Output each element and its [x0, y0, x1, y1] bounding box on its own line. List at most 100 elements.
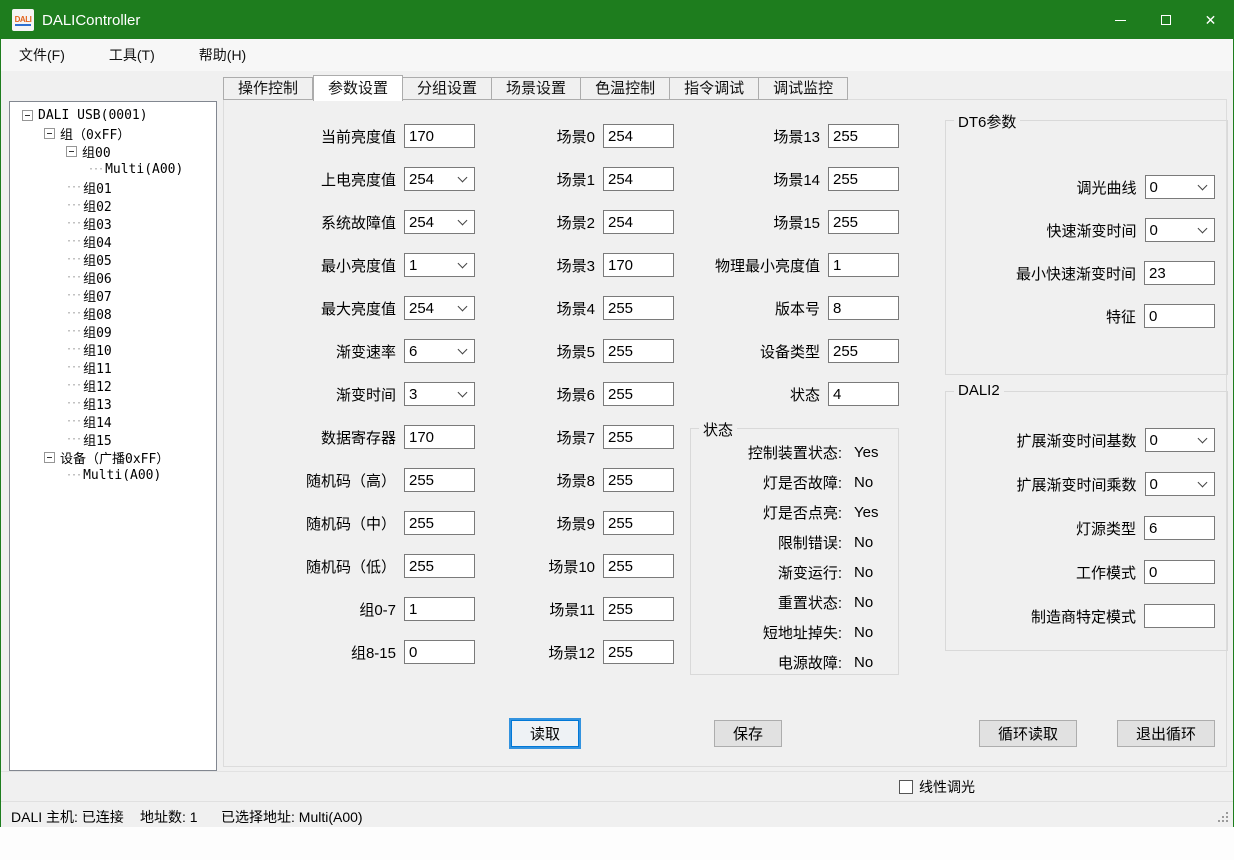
field-row-group-8-15: 组8-15 [242, 640, 475, 664]
menu-item-0[interactable]: 文件(F) [15, 42, 69, 68]
loop-read-button[interactable]: 循环读取 [979, 720, 1077, 747]
tree-item[interactable]: ···组05 [10, 250, 216, 268]
checkbox-band: 线性调光 [1, 771, 1233, 801]
input-scene-1[interactable] [603, 167, 674, 191]
tree-item[interactable]: ···组11 [10, 358, 216, 376]
input-operating-mode[interactable] [1144, 560, 1215, 584]
tab-0[interactable]: 操作控制 [223, 77, 313, 100]
tab-3[interactable]: 场景设置 [492, 77, 581, 100]
input-scene-6[interactable] [603, 382, 674, 406]
input-scene-3[interactable] [603, 253, 674, 277]
tree-connector-icon: ··· [66, 326, 81, 337]
field-row-power-on-level: 上电亮度值254 [242, 167, 475, 191]
statusbar-address-count: 地址数: 1 [140, 807, 198, 827]
tree-item[interactable]: 设备（广播0xFF） [10, 448, 216, 466]
input-scene-2[interactable] [603, 210, 674, 234]
tree-item[interactable]: ···Multi(A00) [10, 466, 216, 484]
combo-min-level[interactable]: 1 [404, 253, 475, 277]
exit-loop-button[interactable]: 退出循环 [1117, 720, 1215, 747]
tab-5[interactable]: 指令调试 [670, 77, 759, 100]
combo-ext-fade-time-multiplier[interactable]: 0 [1145, 472, 1215, 496]
tree-item[interactable]: ···组06 [10, 268, 216, 286]
input-scene-4[interactable] [603, 296, 674, 320]
tree-item[interactable]: ···组14 [10, 412, 216, 430]
status-row-label: 电源故障: [699, 652, 842, 673]
input-features[interactable] [1144, 304, 1215, 328]
input-scene-15[interactable] [828, 210, 899, 234]
status-row-label: 灯是否故障: [699, 472, 842, 493]
tree-item[interactable]: ···组04 [10, 232, 216, 250]
input-scene-7[interactable] [603, 425, 674, 449]
tree-item[interactable]: 组（0xFF） [10, 124, 216, 142]
tree-item[interactable]: ···组15 [10, 430, 216, 448]
input-group-0-7[interactable] [404, 597, 475, 621]
input-manufacturer-mode[interactable] [1144, 604, 1215, 628]
tree-expand-icon[interactable] [66, 146, 77, 157]
combo-max-level[interactable]: 254 [404, 296, 475, 320]
input-min-fast-fade-time[interactable] [1144, 261, 1215, 285]
menu-item-1[interactable]: 工具(T) [105, 42, 159, 68]
input-random-code-mid[interactable] [404, 511, 475, 535]
input-random-code-high[interactable] [404, 468, 475, 492]
combo-value-ext-fade-time-base: 0 [1146, 432, 1199, 449]
combo-dimming-curve[interactable]: 0 [1145, 175, 1215, 199]
tab-2[interactable]: 分组设置 [403, 77, 492, 100]
input-physical-min-level[interactable] [828, 253, 899, 277]
resize-grip[interactable] [1216, 810, 1228, 822]
input-scene-8[interactable] [603, 468, 674, 492]
tree-item[interactable]: ···组12 [10, 376, 216, 394]
maximize-button[interactable] [1143, 1, 1188, 39]
input-light-source-type[interactable] [1144, 516, 1215, 540]
input-scene-13[interactable] [828, 124, 899, 148]
input-random-code-low[interactable] [404, 554, 475, 578]
input-status[interactable] [828, 382, 899, 406]
input-scene-14[interactable] [828, 167, 899, 191]
tree-connector-icon: ··· [66, 218, 81, 229]
tree-expand-icon[interactable] [44, 452, 55, 463]
tab-6[interactable]: 调试监控 [759, 77, 848, 100]
input-device-type[interactable] [828, 339, 899, 363]
combo-system-failure-level[interactable]: 254 [404, 210, 475, 234]
input-current-level[interactable] [404, 124, 475, 148]
read-button[interactable]: 读取 [511, 720, 579, 747]
save-button[interactable]: 保存 [714, 720, 782, 747]
input-scene-10[interactable] [603, 554, 674, 578]
input-scene-9[interactable] [603, 511, 674, 535]
tree-item[interactable]: ···组07 [10, 286, 216, 304]
tab-1[interactable]: 参数设置 [313, 75, 403, 101]
tree-item[interactable]: ···组10 [10, 340, 216, 358]
field-label-scene-13: 场景13 [692, 126, 820, 147]
minimize-button[interactable] [1098, 1, 1143, 39]
close-button[interactable]: ✕ [1188, 1, 1233, 39]
combo-power-on-level[interactable]: 254 [404, 167, 475, 191]
tree-item[interactable]: ···组02 [10, 196, 216, 214]
input-scene-12[interactable] [603, 640, 674, 664]
linear-dimming-checkbox[interactable]: 线性调光 [899, 777, 975, 797]
input-version[interactable] [828, 296, 899, 320]
tree-expand-icon[interactable] [44, 128, 55, 139]
input-scene-11[interactable] [603, 597, 674, 621]
tree-item[interactable]: 组00 [10, 142, 216, 160]
field-row-version: 版本号 [692, 296, 899, 320]
input-scene-0[interactable] [603, 124, 674, 148]
field-row-light-source-type: 灯源类型 [958, 516, 1215, 540]
input-group-8-15[interactable] [404, 640, 475, 664]
input-data-register[interactable] [404, 425, 475, 449]
tab-4[interactable]: 色温控制 [581, 77, 670, 100]
field-label-scene-8: 场景8 [502, 470, 595, 491]
input-scene-5[interactable] [603, 339, 674, 363]
combo-fade-time[interactable]: 3 [404, 382, 475, 406]
combo-value-system-failure-level: 254 [405, 214, 459, 231]
menu-item-2[interactable]: 帮助(H) [195, 42, 250, 68]
tree-item[interactable]: DALI USB(0001) [10, 106, 216, 124]
tree-item[interactable]: ···组13 [10, 394, 216, 412]
combo-fast-fade-time[interactable]: 0 [1145, 218, 1215, 242]
tree-item[interactable]: ···组09 [10, 322, 216, 340]
tree-item[interactable]: ···组08 [10, 304, 216, 322]
tree-item[interactable]: ···组03 [10, 214, 216, 232]
tree-item[interactable]: ···Multi(A00) [10, 160, 216, 178]
tree-expand-icon[interactable] [22, 110, 33, 121]
combo-fade-rate[interactable]: 6 [404, 339, 475, 363]
combo-ext-fade-time-base[interactable]: 0 [1145, 428, 1215, 452]
tree-item[interactable]: ···组01 [10, 178, 216, 196]
